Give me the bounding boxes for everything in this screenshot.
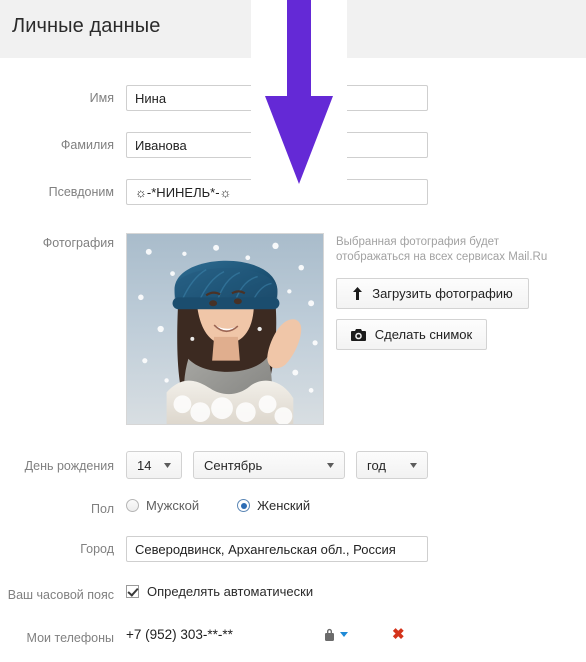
row-phones: Мои телефоны +7 (952) 303-**-** ✖ <box>0 627 586 646</box>
take-snapshot-button[interactable]: Сделать снимок <box>336 319 487 350</box>
chevron-down-icon <box>154 462 171 468</box>
photo-hint: Выбранная фотография будет отображаться … <box>336 236 548 263</box>
radio-icon <box>126 499 139 512</box>
chevron-down-icon <box>340 632 348 637</box>
label-timezone: Ваш часовой пояс <box>7 588 114 602</box>
label-nickname: Псевдоним <box>48 185 114 199</box>
label-last-name: Фамилия <box>60 138 114 152</box>
nickname-input[interactable] <box>126 179 428 205</box>
radio-selected-icon <box>237 499 251 512</box>
avatar[interactable] <box>126 233 324 425</box>
field-photo: Выбранная фотография будет отображаться … <box>126 233 586 425</box>
upload-arrow-icon <box>352 287 363 300</box>
take-snapshot-label: Сделать снимок <box>374 327 473 342</box>
row-birthday: День рождения 14 Сентябрь год <box>0 451 586 479</box>
birthday-month-value: Сентябрь <box>204 457 263 473</box>
phone-privacy-selector[interactable] <box>324 628 348 641</box>
upload-photo-label: Загрузить фотографию <box>372 286 513 301</box>
gender-female-label: Женский <box>257 498 311 513</box>
label-phones: Мои телефоны <box>26 631 114 645</box>
gender-radio-female[interactable]: Женский <box>237 498 310 513</box>
page-header: Личные данные <box>0 0 586 58</box>
row-gender: Пол Мужской Женский <box>0 498 586 517</box>
label-first-name: Имя <box>89 91 114 105</box>
city-input[interactable] <box>126 536 428 562</box>
birthday-day-select[interactable]: 14 <box>126 451 182 479</box>
phone-number-value[interactable]: +7 (952) 303-**-** <box>126 627 324 642</box>
chevron-down-icon <box>400 462 417 468</box>
row-first-name: Имя <box>0 85 586 111</box>
upload-photo-button[interactable]: Загрузить фотографию <box>336 278 529 309</box>
photo-actions: Выбранная фотография будет отображаться … <box>336 233 574 350</box>
field-phones: +7 (952) 303-**-** ✖ <box>126 627 586 642</box>
birthday-year-value: год <box>367 457 386 473</box>
last-name-input[interactable] <box>126 132 428 158</box>
label-gender: Пол <box>91 502 114 516</box>
camera-icon <box>350 328 366 341</box>
row-timezone: Ваш часовой пояс Определять автоматическ… <box>0 584 586 603</box>
field-first-name <box>126 85 586 111</box>
field-birthday: 14 Сентябрь год <box>126 451 586 479</box>
field-city <box>126 536 586 562</box>
gender-male-label: Мужской <box>146 498 200 513</box>
label-city: Город <box>80 542 114 556</box>
page-title: Личные данные <box>12 15 161 37</box>
gender-radio-male[interactable]: Мужской <box>126 498 199 513</box>
field-timezone: Определять автоматически <box>126 584 586 601</box>
field-nickname <box>126 179 586 205</box>
birthday-year-select[interactable]: год <box>356 451 428 479</box>
delete-phone-button[interactable]: ✖ <box>392 627 405 642</box>
birthday-day-value: 14 <box>137 457 152 473</box>
row-city: Город <box>0 536 586 562</box>
chevron-down-icon <box>317 462 334 468</box>
row-nickname: Псевдоним <box>0 179 586 205</box>
row-last-name: Фамилия <box>0 132 586 158</box>
field-gender: Мужской Женский <box>126 498 586 513</box>
lock-icon <box>324 628 335 641</box>
checkbox-checked-icon <box>126 585 139 598</box>
field-last-name <box>126 132 586 158</box>
row-photo: Фотография Выбранная фотография будет от… <box>0 233 586 425</box>
personal-data-form: Имя Фамилия Псевдоним Фотография <box>0 58 586 646</box>
label-photo: Фотография <box>42 236 114 250</box>
label-birthday: День рождения <box>24 459 114 473</box>
first-name-input[interactable] <box>126 85 428 111</box>
birthday-month-select[interactable]: Сентябрь <box>193 451 345 479</box>
timezone-auto-checkbox[interactable]: Определять автоматически <box>126 584 313 599</box>
timezone-auto-label: Определять автоматически <box>147 584 314 599</box>
